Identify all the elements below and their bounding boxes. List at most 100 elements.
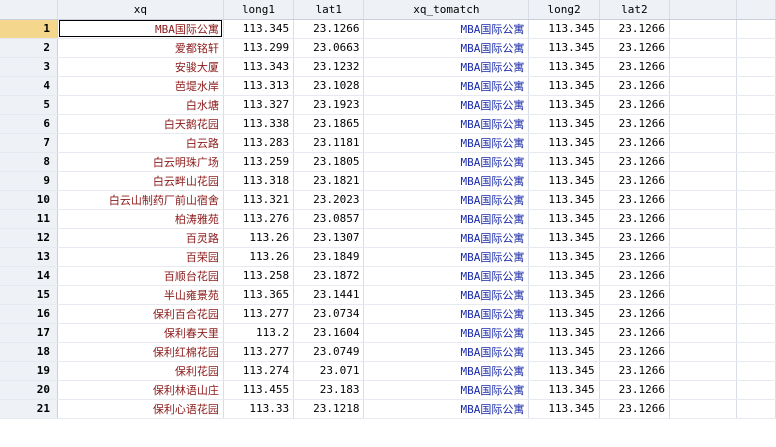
table-row[interactable]: 11 柏涛雅苑 113.276 23.0857 MBA国际公寓 113.345 23.126… (0, 209, 776, 229)
cell-empty[interactable] (669, 38, 738, 58)
column-header-empty[interactable] (669, 0, 738, 20)
cell-xq-tomatch[interactable]: MBA国际公寓 (363, 304, 530, 324)
cell-lat1[interactable]: 23.1821 (293, 171, 365, 191)
cell-lat2[interactable]: 23.1266 (599, 133, 670, 153)
cell-lat2[interactable]: 23.1266 (599, 152, 670, 172)
column-header-empty[interactable] (736, 0, 776, 20)
cell-empty[interactable] (736, 133, 776, 153)
cell-lat1[interactable]: 23.1232 (293, 57, 365, 77)
cell-long2[interactable]: 113.345 (528, 57, 600, 77)
table-row[interactable]: 20 保利林语山庄 113.455 23.183 MBA国际公寓 113.345 23.12… (0, 380, 776, 400)
cell-empty[interactable] (669, 114, 738, 134)
cell-empty[interactable] (736, 228, 776, 248)
cell-lat2[interactable]: 23.1266 (599, 95, 670, 115)
cell-long2[interactable]: 113.345 (528, 152, 600, 172)
cell-long2[interactable]: 113.345 (528, 38, 600, 58)
cell-xq[interactable]: 白云路 (57, 133, 224, 153)
cell-xq-tomatch[interactable]: MBA国际公寓 (363, 190, 530, 210)
cell-long1[interactable]: 113.365 (223, 285, 295, 305)
cell-empty[interactable] (669, 76, 738, 96)
cell-lat2[interactable]: 23.1266 (599, 19, 670, 39)
cell-long1[interactable]: 113.2 (223, 323, 295, 343)
cell-xq[interactable]: 柏涛雅苑 (57, 209, 224, 229)
cell-empty[interactable] (669, 190, 738, 210)
cell-empty[interactable] (736, 247, 776, 267)
cell-empty[interactable] (736, 114, 776, 134)
cell-long2[interactable]: 113.345 (528, 380, 600, 400)
cell-lat1[interactable]: 23.1805 (293, 152, 365, 172)
row-number[interactable]: 9 (0, 171, 58, 191)
table-row[interactable]: 2 爱都铭轩 113.299 23.0663 MBA国际公寓 113.345 23.1266 (0, 38, 776, 58)
cell-empty[interactable] (669, 152, 738, 172)
row-number[interactable]: 17 (0, 323, 58, 343)
cell-long2[interactable]: 113.345 (528, 247, 600, 267)
cell-empty[interactable] (669, 57, 738, 77)
cell-long2[interactable]: 113.345 (528, 171, 600, 191)
cell-lat2[interactable]: 23.1266 (599, 380, 670, 400)
cell-long1[interactable]: 113.283 (223, 133, 295, 153)
cell-lat2[interactable]: 23.1266 (599, 114, 670, 134)
cell-long1[interactable]: 113.455 (223, 380, 295, 400)
row-number[interactable]: 16 (0, 304, 58, 324)
cell-long1[interactable]: 113.277 (223, 304, 295, 324)
cell-xq-tomatch[interactable]: MBA国际公寓 (363, 285, 530, 305)
cell-long1[interactable]: 113.33 (223, 399, 295, 419)
cell-empty[interactable] (669, 228, 738, 248)
row-number[interactable]: 1 (0, 19, 58, 39)
table-row[interactable]: 8 白云明珠广场 113.259 23.1805 MBA国际公寓 113.345 23.12… (0, 152, 776, 172)
cell-lat1[interactable]: 23.0663 (293, 38, 365, 58)
cell-xq-tomatch[interactable]: MBA国际公寓 (363, 228, 530, 248)
cell-long1[interactable]: 113.321 (223, 190, 295, 210)
row-number[interactable]: 14 (0, 266, 58, 286)
row-number[interactable]: 6 (0, 114, 58, 134)
cell-lat2[interactable]: 23.1266 (599, 266, 670, 286)
cell-empty[interactable] (669, 209, 738, 229)
table-row[interactable]: 10 白云山制药厂前山宿舍 113.321 23.2023 MBA国际公寓 113.345… (0, 190, 776, 210)
row-number[interactable]: 18 (0, 342, 58, 362)
column-header-long2[interactable]: long2 (528, 0, 600, 20)
column-header-xq[interactable]: xq (57, 0, 224, 20)
cell-lat2[interactable]: 23.1266 (599, 399, 670, 419)
cell-xq-tomatch[interactable]: MBA国际公寓 (363, 247, 530, 267)
cell-xq-tomatch[interactable]: MBA国际公寓 (363, 95, 530, 115)
cell-long1[interactable]: 113.338 (223, 114, 295, 134)
cell-empty[interactable] (669, 95, 738, 115)
row-number[interactable]: 5 (0, 95, 58, 115)
cell-long1[interactable]: 113.327 (223, 95, 295, 115)
cell-lat2[interactable]: 23.1266 (599, 342, 670, 362)
cell-long2[interactable]: 113.345 (528, 399, 600, 419)
table-row[interactable]: 7 白云路 113.283 23.1181 MBA国际公寓 113.345 23.1266 (0, 133, 776, 153)
row-number[interactable]: 21 (0, 399, 58, 419)
cell-lat1[interactable]: 23.1849 (293, 247, 365, 267)
cell-xq[interactable]: 芭堤水岸 (57, 76, 224, 96)
table-row[interactable]: 16 保利百合花园 113.277 23.0734 MBA国际公寓 113.345 23.1… (0, 304, 776, 324)
row-number[interactable]: 15 (0, 285, 58, 305)
cell-lat1[interactable]: 23.1266 (293, 19, 365, 39)
table-row[interactable]: 3 安骏大厦 113.343 23.1232 MBA国际公寓 113.345 23.1266 (0, 57, 776, 77)
cell-long1[interactable]: 113.26 (223, 247, 295, 267)
cell-xq-tomatch[interactable]: MBA国际公寓 (363, 152, 530, 172)
cell-xq[interactable]: 安骏大厦 (57, 57, 224, 77)
cell-empty[interactable] (736, 380, 776, 400)
cell-empty[interactable] (669, 323, 738, 343)
cell-xq[interactable]: 百顺台花园 (57, 266, 224, 286)
cell-empty[interactable] (736, 76, 776, 96)
cell-lat1[interactable]: 23.183 (293, 380, 365, 400)
cell-long2[interactable]: 113.345 (528, 76, 600, 96)
cell-long2[interactable]: 113.345 (528, 323, 600, 343)
cell-xq-tomatch[interactable]: MBA国际公寓 (363, 114, 530, 134)
cell-long1[interactable]: 113.274 (223, 361, 295, 381)
cell-xq-tomatch[interactable]: MBA国际公寓 (363, 76, 530, 96)
table-row[interactable]: 21 保利心语花园 113.33 23.1218 MBA国际公寓 113.345 23.12… (0, 399, 776, 419)
table-row[interactable]: 6 白天鹅花园 113.338 23.1865 MBA国际公寓 113.345 23.126… (0, 114, 776, 134)
cell-xq[interactable]: MBA国际公寓 (57, 19, 224, 39)
cell-lat1[interactable]: 23.1923 (293, 95, 365, 115)
cell-lat1[interactable]: 23.1604 (293, 323, 365, 343)
cell-long2[interactable]: 113.345 (528, 209, 600, 229)
cell-empty[interactable] (736, 323, 776, 343)
cell-empty[interactable] (736, 399, 776, 419)
cell-empty[interactable] (736, 57, 776, 77)
data-editor-grid[interactable]: xq long1 lat1 xq_tomatch long2 lat2 1 MBA… (0, 0, 776, 447)
cell-long1[interactable]: 113.345 (223, 19, 295, 39)
column-header-lat1[interactable]: lat1 (293, 0, 365, 20)
